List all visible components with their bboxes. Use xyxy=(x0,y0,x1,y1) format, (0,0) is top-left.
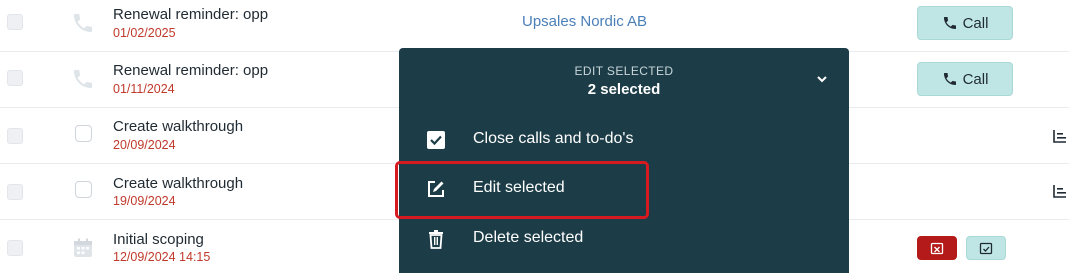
call-button[interactable]: Call xyxy=(917,6,1013,40)
selected-count: 2 selected xyxy=(587,81,661,98)
chevron-down-icon[interactable] xyxy=(815,72,829,86)
call-button-label: Call xyxy=(962,14,989,32)
activity-date: 01/11/2024 xyxy=(113,82,175,96)
highlight-box xyxy=(395,161,649,219)
phone-icon xyxy=(943,17,956,29)
trash-icon xyxy=(429,230,443,249)
calendar-icon xyxy=(68,233,98,263)
row-checkbox[interactable] xyxy=(7,14,23,30)
activity-title[interactable]: Renewal reminder: opp xyxy=(113,6,268,23)
menu-header-label: EDIT SELECTED xyxy=(574,64,674,78)
row-checkbox[interactable] xyxy=(7,240,23,256)
phone-icon xyxy=(943,73,956,85)
phone-icon xyxy=(68,8,98,38)
menu-item-label: Delete selected xyxy=(473,229,584,246)
calendar-x-icon xyxy=(930,242,944,255)
row-checkbox[interactable] xyxy=(7,128,23,144)
row-checkbox[interactable] xyxy=(7,184,23,200)
activity-title[interactable]: Create walkthrough xyxy=(113,118,243,135)
list-details-icon[interactable] xyxy=(1052,183,1068,199)
close-calls-todos-item[interactable]: Close calls and to-do's xyxy=(399,119,849,159)
activity-title[interactable]: Initial scoping xyxy=(113,231,204,248)
delete-selected-item[interactable]: Delete selected xyxy=(399,218,849,258)
activity-date: 12/09/2024 14:15 xyxy=(113,250,211,264)
activity-date: 19/09/2024 xyxy=(113,194,176,208)
checkbox-checked-icon xyxy=(427,131,445,149)
todo-checkbox-icon xyxy=(75,125,92,142)
menu-item-label: Close calls and to-do's xyxy=(473,130,634,147)
todo-checkbox-icon xyxy=(75,181,92,198)
cancel-appointment-button[interactable] xyxy=(917,236,957,260)
row-checkbox[interactable] xyxy=(7,70,23,86)
call-button[interactable]: Call xyxy=(917,62,1013,96)
list-details-icon[interactable] xyxy=(1052,128,1068,144)
activity-date: 01/02/2025 xyxy=(113,26,176,40)
company-link[interactable]: Upsales Nordic AB xyxy=(522,13,647,30)
activity-title[interactable]: Create walkthrough xyxy=(113,175,243,192)
complete-appointment-button[interactable] xyxy=(966,236,1006,260)
calendar-check-icon xyxy=(979,242,993,255)
call-button-label: Call xyxy=(962,70,989,88)
phone-icon xyxy=(68,64,98,94)
activity-date: 20/09/2024 xyxy=(113,138,176,152)
activity-title[interactable]: Renewal reminder: opp xyxy=(113,62,268,79)
table-row[interactable]: Renewal reminder: opp 01/02/2025 Upsales… xyxy=(0,0,1069,52)
